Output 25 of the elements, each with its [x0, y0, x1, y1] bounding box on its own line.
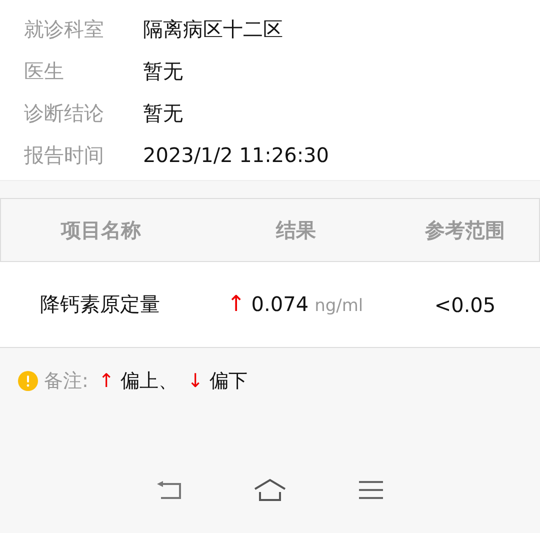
table-cell-text: <0.05	[433, 292, 497, 316]
arrow-glyph: ↑	[226, 292, 246, 317]
field-label: 报告时间	[23, 142, 105, 168]
note-text: 偏上、	[120, 369, 178, 394]
note-text: 偏下	[209, 369, 248, 394]
field-label: 就诊科室	[23, 16, 105, 42]
table-cell-text: 降钙素原定量	[39, 291, 161, 318]
field-value: 暂无	[143, 58, 183, 84]
field-label: 医生	[23, 58, 65, 84]
arrow-glyph: ↓	[187, 370, 204, 392]
home-icon[interactable]	[252, 478, 287, 502]
field-value: 隔离病区十二区	[143, 16, 283, 42]
warning-icon	[18, 371, 38, 391]
menu-icon[interactable]	[358, 479, 384, 501]
field-label: 诊断结论	[23, 100, 105, 126]
arrow-glyph: ↑	[98, 370, 114, 392]
field-value: 暂无	[143, 100, 183, 126]
column-header: 参考范围	[424, 216, 506, 244]
column-header: 项目名称	[60, 216, 142, 244]
column-header: 结果	[274, 216, 317, 244]
note-label: 备注:	[44, 369, 88, 394]
table-cell: 0.074	[251, 292, 309, 316]
field-value: 2023/1/2 11:26:30	[143, 143, 330, 167]
unit-label: ng/ml	[314, 296, 364, 316]
back-icon[interactable]	[156, 480, 182, 500]
